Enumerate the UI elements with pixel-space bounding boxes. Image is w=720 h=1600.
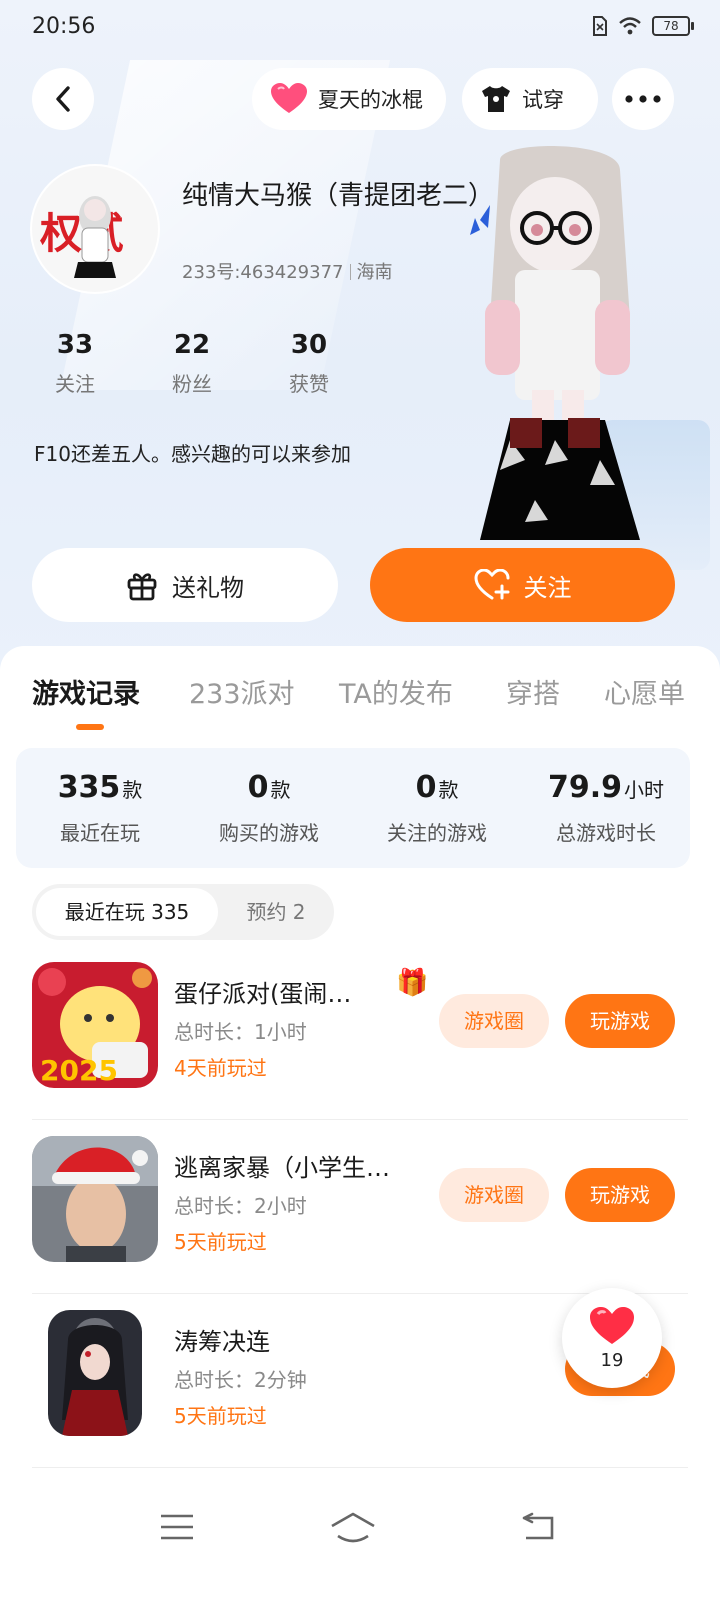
status-bar: 20:56 78 [0, 0, 720, 56]
game-thumbnail [32, 1136, 158, 1262]
summary-value: 79.9 [547, 770, 623, 805]
stat-label: 关注 [55, 372, 95, 396]
game-circle-button[interactable]: 游戏圈 [439, 1168, 549, 1222]
ice-pop-label: 夏天的冰棍 [318, 88, 423, 112]
follow-label: 关注 [523, 573, 572, 602]
send-gift-button[interactable]: 送礼物 [32, 548, 338, 622]
svg-text:2025: 2025 [40, 1054, 118, 1087]
summary-recent[interactable]: 335 款 最近在玩 [20, 770, 180, 846]
summary-followed[interactable]: 0款 关注的游戏 [357, 770, 517, 846]
stat-number: 33 [56, 330, 94, 360]
heart-icon [590, 1307, 634, 1344]
tab-game-records[interactable]: 游戏记录 [32, 672, 140, 711]
tab-posts[interactable]: TA的发布 [339, 672, 453, 711]
summary-value: 0 [415, 770, 437, 805]
more-dots-icon [625, 95, 661, 103]
like-count: 19 [600, 1350, 624, 1371]
summary-value: 0 [247, 770, 269, 805]
segment-reserve[interactable]: 预约 2 [224, 888, 328, 936]
tab-233-party[interactable]: 233派对 [189, 672, 295, 711]
list-item[interactable]: 2025 蛋仔派对(蛋闹… 🎁 总时长：1小时 4天前玩过 游戏圈 玩游戏 [32, 948, 688, 1120]
try-on-button[interactable]: 试穿 [462, 68, 598, 130]
summary-unit: 款 [122, 778, 143, 802]
username: 纯情大马猴（青提团老二） [182, 181, 495, 211]
game-last-played: 4天前玩过 [174, 1056, 267, 1080]
stat-number: 22 [173, 330, 211, 360]
tab-indicator [76, 724, 104, 730]
wifi-icon [619, 17, 641, 35]
summary-label: 购买的游戏 [219, 821, 319, 845]
stat-label: 获赞 [289, 372, 329, 396]
bio-text: F10还差五人。感兴趣的可以来参加 [34, 442, 351, 466]
game-title: 逃离家暴（小学生… [174, 1154, 390, 1182]
stat-number: 30 [290, 330, 328, 360]
game-duration: 总时长：2小时 [174, 1194, 307, 1218]
divider [349, 264, 351, 280]
follow-button[interactable]: 关注 [370, 548, 675, 622]
summary-label: 总游戏时长 [556, 821, 656, 845]
game-duration: 总时长：1小时 [174, 1020, 307, 1044]
summary-label: 关注的游戏 [387, 821, 487, 845]
stat-likes[interactable]: 30 获赞 [264, 330, 354, 397]
more-button[interactable] [612, 68, 674, 130]
stat-fans[interactable]: 22 粉丝 [147, 330, 237, 397]
avatar-character-figure [470, 146, 640, 540]
game-last-played: 5天前玩过 [174, 1404, 267, 1428]
stat-following[interactable]: 33 关注 [30, 330, 120, 397]
back-nav-icon[interactable] [520, 1512, 556, 1542]
uid-text: 233号:463429377 [182, 262, 344, 283]
summary-label: 最近在玩 [60, 821, 140, 845]
play-game-button[interactable]: 玩游戏 [565, 994, 675, 1048]
summary-unit: 小时 [624, 778, 665, 802]
summary-unit: 款 [438, 778, 459, 802]
heart-icon [271, 83, 307, 113]
gift-badge-icon: 🎁 [396, 968, 429, 998]
menu-icon[interactable] [160, 1512, 194, 1542]
divider [32, 1119, 688, 1120]
avatar-image: 权贰 [32, 166, 158, 292]
game-circle-button[interactable]: 游戏圈 [439, 994, 549, 1048]
game-thumbnail [48, 1310, 142, 1436]
game-title: 涛筹决连 [174, 1328, 270, 1356]
tab-outfits[interactable]: 穿搭 [506, 672, 560, 711]
system-nav-bar [0, 1490, 720, 1600]
play-game-button[interactable]: 玩游戏 [565, 1168, 675, 1222]
summary-playtime[interactable]: 79.9 小时 总游戏时长 [526, 770, 686, 846]
gift-icon [127, 573, 157, 601]
stat-label: 粉丝 [172, 372, 212, 396]
floating-like-button[interactable]: 19 [562, 1288, 662, 1388]
profile-tabs: 游戏记录 233派对 TA的发布 穿搭 心愿单 [0, 672, 720, 712]
segment-control: 最近在玩 335 预约 2 [32, 884, 334, 940]
chevron-left-icon [56, 86, 70, 112]
game-last-played: 5天前玩过 [174, 1230, 267, 1254]
divider [32, 1467, 688, 1468]
back-button[interactable] [32, 68, 94, 130]
send-gift-label: 送礼物 [172, 573, 244, 602]
game-duration: 总时长：2分钟 [174, 1368, 307, 1392]
uid-line: 233号:463429377 海南 [182, 258, 393, 284]
status-time: 20:56 [32, 14, 96, 39]
region-text: 海南 [356, 262, 393, 283]
summary-value: 335 [57, 770, 121, 805]
segment-recent[interactable]: 最近在玩 335 [36, 888, 218, 936]
game-summary: 335 款 最近在玩 0款 购买的游戏 0款 关注的游戏 79.9 小时 总游戏时长 [16, 748, 690, 868]
list-item[interactable]: 逃离家暴（小学生… 总时长：2小时 5天前玩过 游戏圈 玩游戏 [32, 1122, 688, 1294]
game-thumbnail: 2025 [32, 962, 158, 1088]
status-icons: 78 [592, 16, 694, 36]
home-icon[interactable] [330, 1512, 376, 1546]
tab-wishlist[interactable]: 心愿单 [604, 672, 685, 711]
summary-purchased[interactable]: 0款 购买的游戏 [189, 770, 349, 846]
game-title: 蛋仔派对(蛋闹… [174, 980, 352, 1008]
avatar[interactable]: 权贰 [32, 166, 158, 292]
battery-icon: 78 [652, 16, 694, 36]
sim-icon [593, 16, 607, 36]
try-on-label: 试穿 [522, 88, 564, 112]
tshirt-icon [482, 86, 510, 112]
summary-unit: 款 [270, 778, 291, 802]
heart-plus-icon [473, 569, 509, 600]
ice-pop-button[interactable]: 夏天的冰棍 [252, 68, 446, 130]
